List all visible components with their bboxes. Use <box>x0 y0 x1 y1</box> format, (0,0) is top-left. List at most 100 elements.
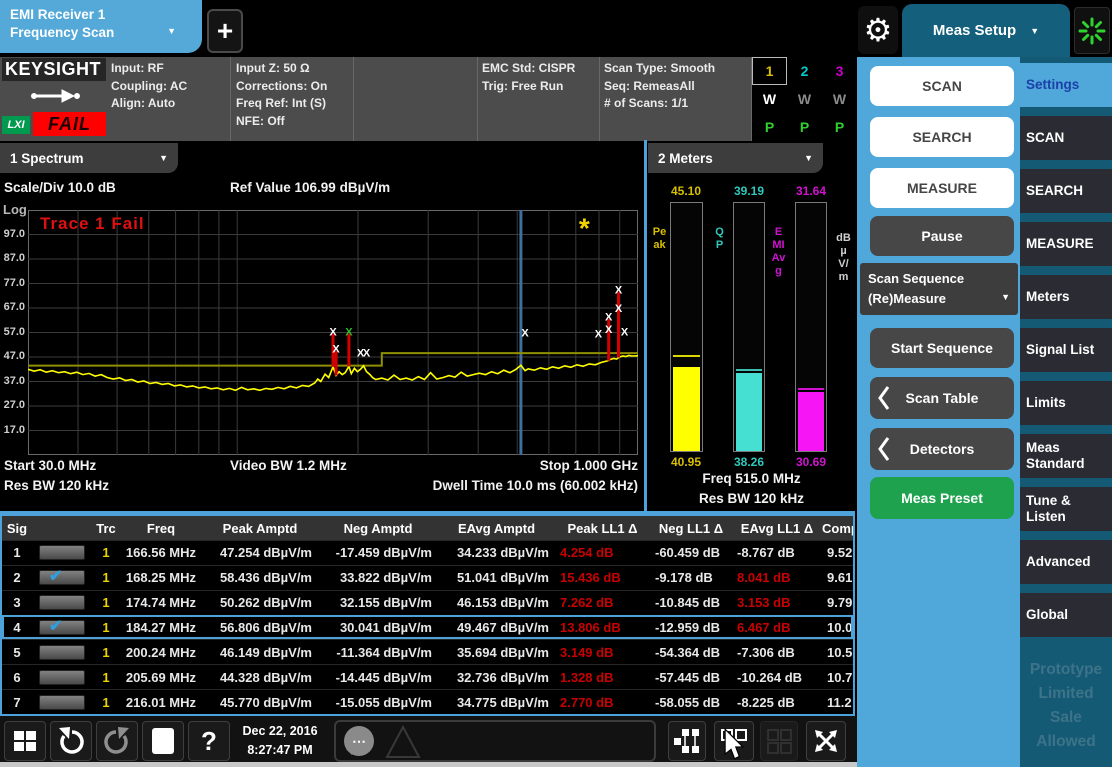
menu-item-scan[interactable]: SCAN <box>1020 116 1112 160</box>
eavg-amptd-cell: 51.041 dBµV/m <box>438 570 555 585</box>
add-tab-button[interactable]: + <box>207 9 243 53</box>
chevron-down-icon: ▼ <box>159 153 168 163</box>
y-axis-tick-label: 17.0 <box>0 424 25 436</box>
checkbox-cell[interactable] <box>32 595 92 610</box>
activity-spinner-button[interactable] <box>1074 7 1110 54</box>
pause-button[interactable]: Pause <box>870 216 1014 256</box>
checkbox-cell[interactable] <box>32 670 92 685</box>
fullscreen-button[interactable] <box>806 721 846 761</box>
signal-checkbox[interactable] <box>39 545 85 560</box>
search-button[interactable]: SEARCH <box>870 117 1014 157</box>
trace-grid-trace-1[interactable]: 1 <box>752 57 787 85</box>
clock[interactable]: Dec 22, 2016 8:27:47 PM <box>230 722 330 760</box>
table-row[interactable]: 71216.01 MHz45.770 dBµV/m-15.055 dBµV/m3… <box>2 689 853 714</box>
trace-grid-detector-3[interactable]: P <box>822 113 857 141</box>
table-row[interactable]: 61205.69 MHz44.328 dBµV/m-14.445 dBµV/m3… <box>2 664 853 689</box>
column-header[interactable]: Peak Amptd <box>202 521 318 536</box>
checkbox-cell[interactable] <box>32 620 92 635</box>
scale-div-readout[interactable]: Scale/Div 10.0 dB <box>4 180 116 195</box>
chevron-down-icon: ▼ <box>1001 287 1010 307</box>
mode-tab[interactable]: EMI Receiver 1 Frequency Scan ▼ <box>0 0 202 53</box>
menu-item-search[interactable]: SEARCH <box>1020 169 1112 213</box>
keysight-signal-icon <box>28 86 82 106</box>
menu-item-global[interactable]: Global <box>1020 593 1112 637</box>
menu-item-signal-list[interactable]: Signal List <box>1020 328 1112 372</box>
table-row[interactable]: 41184.27 MHz56.806 dBµV/m30.041 dBµV/m49… <box>2 615 853 640</box>
signal-checkbox[interactable] <box>39 645 85 660</box>
file-explorer-button[interactable] <box>142 721 184 761</box>
system-settings-button[interactable]: ⚙ <box>858 6 898 54</box>
checkbox-cell[interactable] <box>32 695 92 710</box>
column-header[interactable]: Trc <box>92 521 120 536</box>
signal-checkbox[interactable] <box>39 570 85 585</box>
detectors-button[interactable]: Detectors <box>870 428 1014 470</box>
menu-item-advanced[interactable]: Advanced <box>1020 540 1112 584</box>
screen-layout-button[interactable] <box>668 721 706 761</box>
checkbox-cell[interactable] <box>32 645 92 660</box>
meters-window-selector[interactable]: 2 Meters ▼ <box>648 143 823 173</box>
table-row[interactable]: 51200.24 MHz46.149 dBµV/m-11.364 dBµV/m3… <box>2 639 853 664</box>
table-row[interactable]: 31174.74 MHz50.262 dBµV/m32.155 dBµV/m46… <box>2 590 853 615</box>
scan-table-button[interactable]: Scan Table <box>870 377 1014 419</box>
column-header[interactable]: Peak LL1 Δ <box>555 521 650 536</box>
signal-checkbox[interactable] <box>39 595 85 610</box>
scan-button[interactable]: SCAN <box>870 66 1014 106</box>
menu-item-tune-listen[interactable]: Tune & Listen <box>1020 487 1112 531</box>
pause-button-label: Pause <box>921 228 962 244</box>
trace-grid[interactable]: 123WWWPPP <box>752 57 857 141</box>
redo-button[interactable] <box>96 721 138 761</box>
eavg-ll1-delta-cell: 6.467 dB <box>732 620 822 635</box>
signal-list-table[interactable]: Sig TrcFreqPeak AmptdNeg AmptdEAvg AmptdP… <box>0 514 855 716</box>
y-axis-tick-label: 87.0 <box>0 252 25 264</box>
undo-button[interactable] <box>50 721 92 761</box>
column-header[interactable]: Neg Amptd <box>318 521 438 536</box>
ref-value-readout[interactable]: Ref Value 106.99 dBµV/m <box>230 180 390 195</box>
table-row[interactable]: 11166.56 MHz47.254 dBµV/m-17.459 dBµV/m3… <box>2 540 853 565</box>
column-header[interactable]: EAvg Amptd <box>438 521 555 536</box>
menu-item-meters[interactable]: Meters <box>1020 275 1112 319</box>
message-tray[interactable] <box>334 720 656 762</box>
speech-bubble-icon[interactable]: ⋯ <box>344 726 374 756</box>
trace-grid-write-3[interactable]: W <box>822 85 857 113</box>
grid-layout-button[interactable] <box>760 721 798 761</box>
scan-sequence-dropdown[interactable]: Scan Sequence (Re)Measure ▼ <box>860 263 1018 315</box>
comp-cell: 9.61 <box>822 570 853 585</box>
menu-item-limits[interactable]: Limits <box>1020 381 1112 425</box>
trace-grid-detector-1[interactable]: P <box>752 113 787 141</box>
neg-ll1-delta-cell: -9.178 dB <box>650 570 732 585</box>
checkbox-cell[interactable] <box>32 570 92 585</box>
trace-grid-trace-3[interactable]: 3 <box>822 57 857 85</box>
trace-grid-detector-2[interactable]: P <box>787 113 822 141</box>
info-line: # of Scans: 1/1 <box>604 95 715 113</box>
trace-grid-write-1[interactable]: W <box>752 85 787 113</box>
signal-checkbox[interactable] <box>39 620 85 635</box>
meter-bar <box>736 373 762 451</box>
column-header[interactable]: Sig <box>2 521 32 536</box>
start-sequence-button[interactable]: Start Sequence <box>870 328 1014 368</box>
signal-checkbox[interactable] <box>39 670 85 685</box>
table-row[interactable]: 21168.25 MHz58.436 dBµV/m33.822 dBµV/m51… <box>2 565 853 590</box>
windows-start-button[interactable] <box>4 721 46 761</box>
meas-setup-dropdown[interactable]: Meas Setup ▼ <box>902 4 1070 57</box>
column-header[interactable]: Comp <box>822 521 853 536</box>
spectrum-plot[interactable]: XXXXXXXXXXXX* <box>28 210 638 455</box>
scan-sequence-value: (Re)Measure <box>868 289 1010 309</box>
help-button[interactable]: ? <box>188 721 230 761</box>
chevron-down-icon: ▼ <box>804 153 813 163</box>
column-header[interactable]: EAvg LL1 Δ <box>732 521 822 536</box>
measure-button[interactable]: MEASURE <box>870 168 1014 208</box>
spectrum-window-selector[interactable]: 1 Spectrum ▼ <box>0 143 178 173</box>
menu-item-settings[interactable]: Settings <box>1020 63 1112 107</box>
comp-cell: 9.79 <box>822 595 853 610</box>
freq-cell: 166.56 MHz <box>120 545 202 560</box>
trace-grid-trace-2[interactable]: 2 <box>787 57 822 85</box>
checkbox-cell[interactable] <box>32 545 92 560</box>
menu-item-measure[interactable]: MEASURE <box>1020 222 1112 266</box>
meas-preset-button[interactable]: Meas Preset <box>870 477 1014 519</box>
window-divider <box>644 140 647 513</box>
trace-grid-write-2[interactable]: W <box>787 85 822 113</box>
column-header[interactable]: Neg LL1 Δ <box>650 521 732 536</box>
menu-item-meas-standard[interactable]: Meas Standard <box>1020 434 1112 478</box>
column-header[interactable]: Freq <box>120 521 202 536</box>
signal-checkbox[interactable] <box>39 695 85 710</box>
